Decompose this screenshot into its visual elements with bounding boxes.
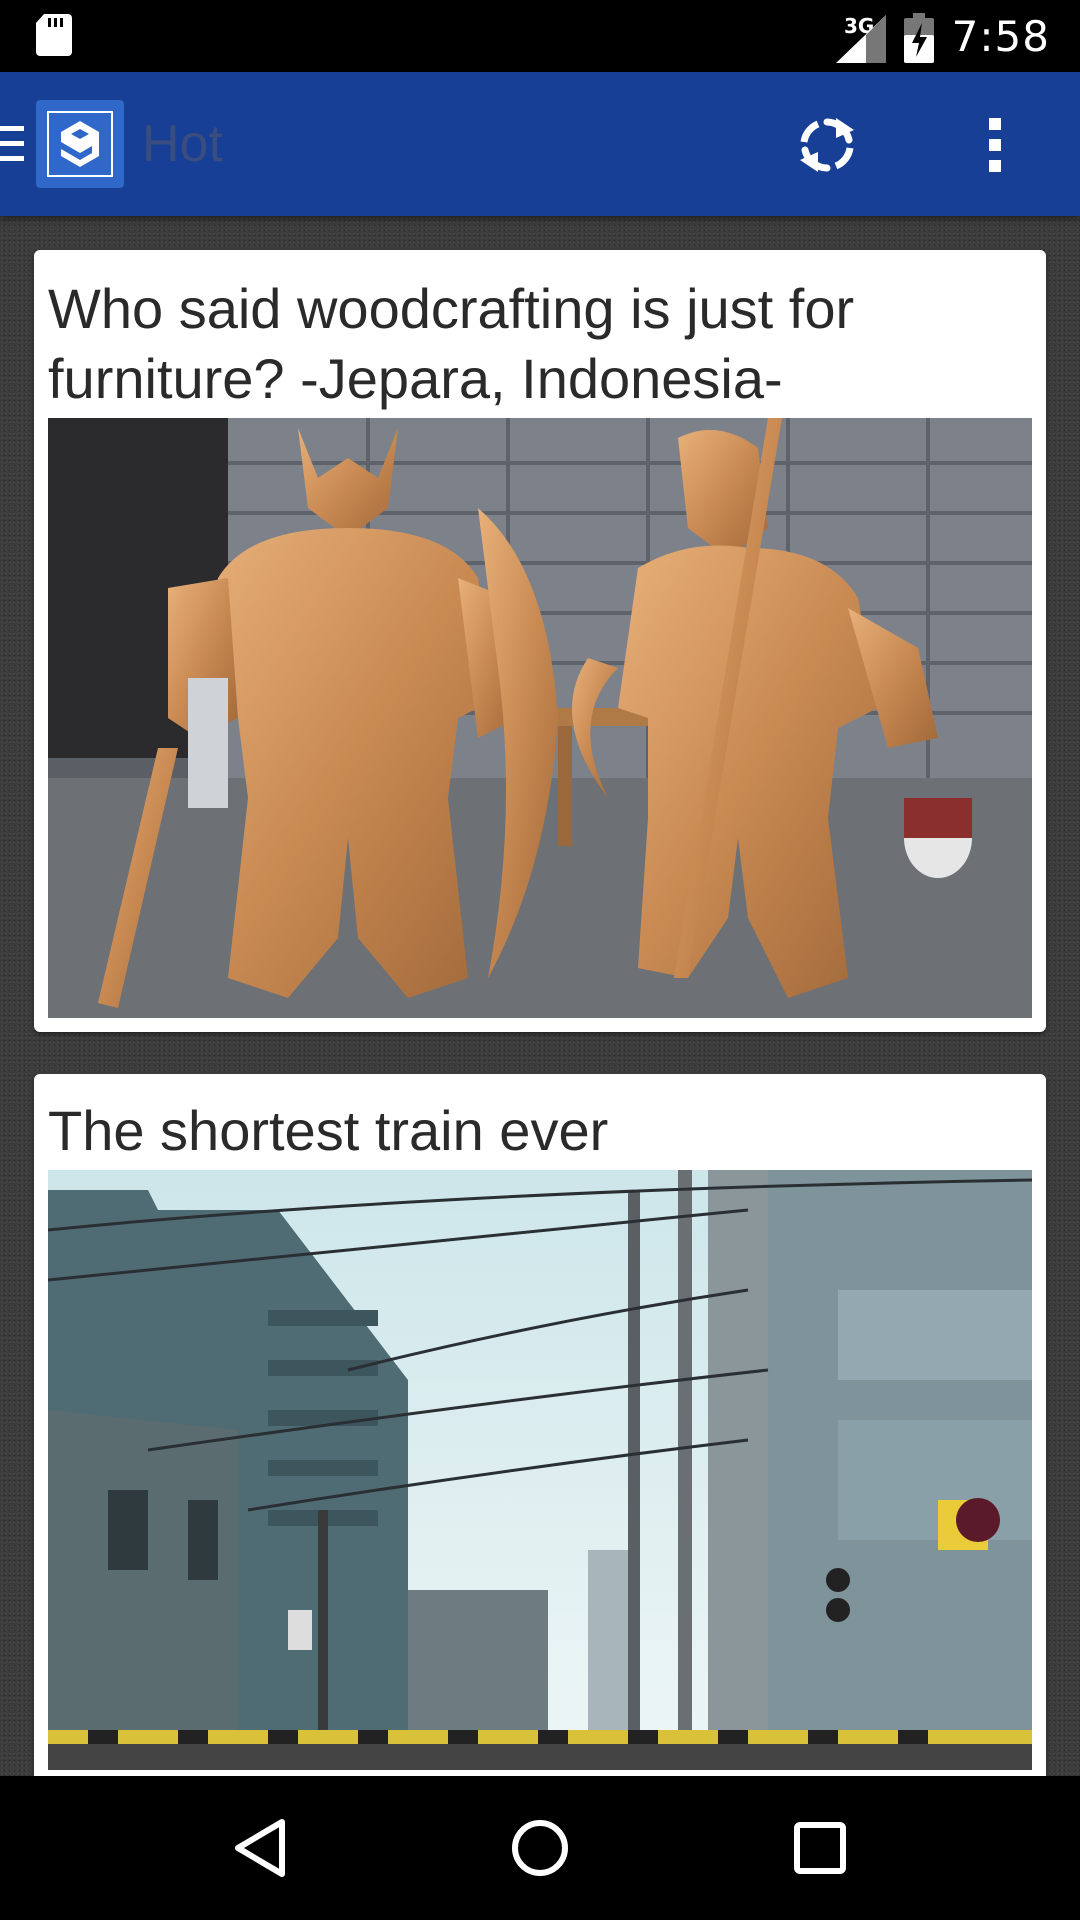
post-image-wooden-statues[interactable]: [48, 418, 1032, 1018]
home-button[interactable]: [504, 1812, 576, 1884]
system-nav-bar: [0, 1776, 1080, 1920]
post-feed[interactable]: Who said woodcrafting is just for furnit…: [0, 216, 1080, 1776]
app-bar: Hot: [0, 72, 1080, 216]
refresh-icon[interactable]: [796, 114, 858, 176]
signal-icon: [835, 15, 886, 63]
recents-button[interactable]: [784, 1812, 856, 1884]
app-logo[interactable]: [36, 100, 124, 188]
battery-charging-icon: [903, 13, 934, 63]
home-icon: [512, 1820, 568, 1876]
post-title: Who said woodcrafting is just for furnit…: [48, 277, 855, 410]
post-card[interactable]: Who said woodcrafting is just for furnit…: [34, 250, 1046, 1032]
page-title: Hot: [142, 115, 223, 173]
more-vert-icon[interactable]: [982, 114, 1008, 176]
recents-icon: [794, 1822, 846, 1874]
back-icon: [235, 1819, 285, 1877]
back-button[interactable]: [224, 1812, 296, 1884]
menu-icon[interactable]: [0, 122, 26, 166]
post-title: The shortest train ever: [48, 1099, 609, 1162]
clock: 7:58: [951, 11, 1050, 61]
9gag-logo-icon: [47, 111, 113, 177]
sd-card-icon: [36, 14, 72, 56]
post-card[interactable]: The shortest train ever: [34, 1074, 1046, 1776]
status-bar: 3G 7:58: [0, 0, 1080, 72]
post-image-street-railway[interactable]: [48, 1170, 1032, 1770]
